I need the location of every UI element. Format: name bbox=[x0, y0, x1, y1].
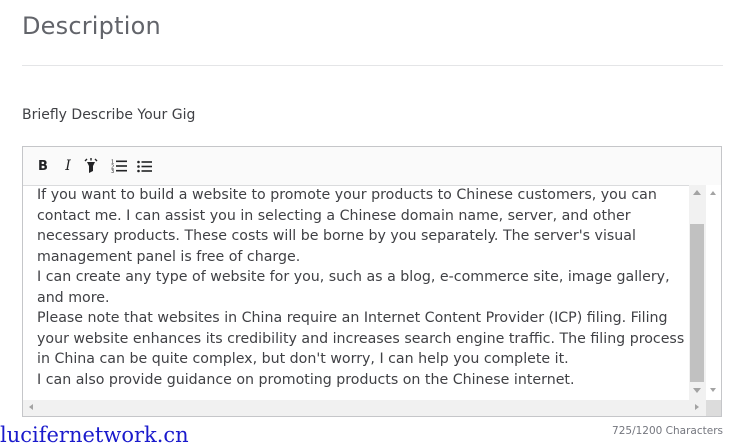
character-counter: 725/1200 Characters bbox=[612, 425, 723, 437]
scroll-up-arrow-icon[interactable] bbox=[710, 191, 716, 195]
paragraph: Please note that websites in China requi… bbox=[37, 310, 685, 367]
bold-button[interactable]: B bbox=[33, 156, 53, 176]
field-label: Briefly Describe Your Gig bbox=[22, 107, 196, 123]
ordered-list-icon: 1 2 3 bbox=[111, 160, 127, 173]
svg-text:3: 3 bbox=[111, 169, 114, 173]
unordered-list-button[interactable] bbox=[134, 156, 154, 176]
description-editor: B I 1 2 3 If you want to build a website… bbox=[22, 146, 722, 417]
ordered-list-button[interactable]: 1 2 3 bbox=[109, 156, 129, 176]
textarea-vertical-scrollbar[interactable] bbox=[689, 185, 706, 400]
bold-icon: B bbox=[38, 158, 48, 174]
scrollbar-thumb[interactable] bbox=[690, 224, 704, 382]
horizontal-scrollbar[interactable] bbox=[23, 400, 706, 416]
scroll-right-arrow-icon[interactable] bbox=[695, 404, 699, 410]
watermark-text: lucifernetwork.cn bbox=[0, 423, 189, 447]
paragraph: If you want to build a website to promot… bbox=[37, 187, 657, 265]
scroll-down-arrow-icon[interactable] bbox=[693, 388, 701, 393]
highlight-icon bbox=[84, 158, 98, 173]
paragraph: I can create any type of website for you… bbox=[37, 269, 670, 306]
scroll-down-arrow-icon[interactable] bbox=[710, 388, 716, 392]
italic-button[interactable]: I bbox=[58, 156, 78, 176]
unordered-list-icon bbox=[136, 160, 152, 172]
paragraph: I can also provide guidance on promoting… bbox=[37, 371, 575, 388]
scroll-up-arrow-icon[interactable] bbox=[693, 190, 701, 195]
scroll-left-arrow-icon[interactable] bbox=[29, 404, 33, 410]
highlight-button[interactable] bbox=[81, 156, 101, 176]
editor-toolbar: B I 1 2 3 bbox=[23, 147, 721, 186]
section-divider bbox=[22, 65, 723, 66]
description-textarea[interactable]: If you want to build a website to promot… bbox=[23, 185, 689, 400]
section-title: Description bbox=[22, 12, 161, 40]
resize-handle[interactable] bbox=[706, 400, 721, 416]
editor-vertical-scrollbar[interactable] bbox=[706, 185, 721, 400]
description-page: Description Briefly Describe Your Gig B … bbox=[0, 0, 731, 447]
italic-icon: I bbox=[65, 158, 71, 174]
